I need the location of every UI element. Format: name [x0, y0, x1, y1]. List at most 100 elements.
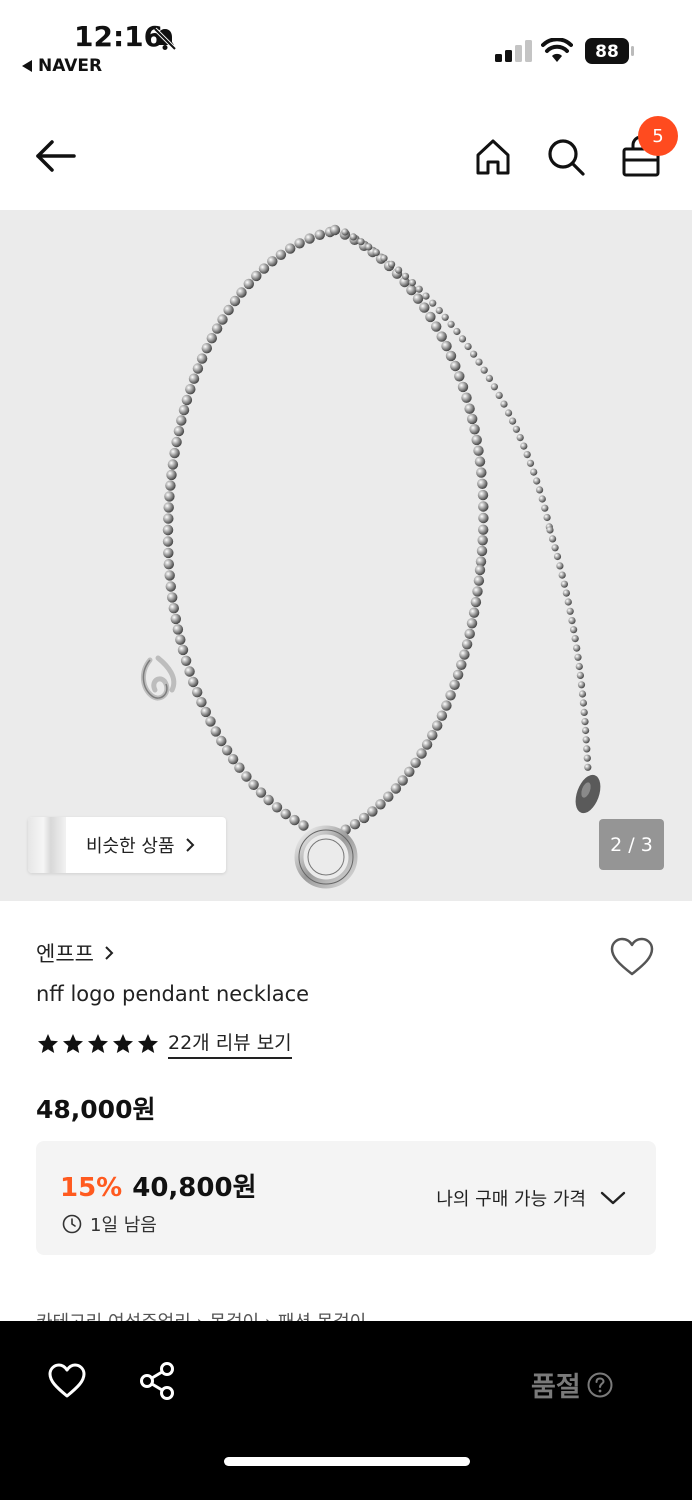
- chain-bead: [461, 639, 473, 650]
- chain-bead: [236, 287, 247, 298]
- chain-bead: [583, 745, 591, 753]
- chain-bead: [165, 581, 176, 592]
- search-icon[interactable]: [545, 136, 587, 178]
- chain-bead: [173, 425, 185, 437]
- chain-bead: [505, 409, 513, 417]
- chain-bead: [401, 272, 410, 280]
- chain-bead: [458, 335, 467, 343]
- chain-bead: [196, 697, 207, 708]
- chain-bead: [329, 224, 341, 236]
- chain-bead: [474, 456, 486, 467]
- chain-bead: [582, 736, 590, 744]
- chain-bead: [416, 748, 427, 759]
- chain-bead: [367, 806, 378, 817]
- chain-bead: [476, 467, 487, 478]
- chain-bead: [169, 447, 180, 459]
- chain-bead: [471, 434, 482, 446]
- chain-bead: [553, 552, 562, 561]
- chain-bead: [181, 394, 193, 406]
- chain-bead: [580, 708, 588, 716]
- chain-bead: [472, 586, 483, 597]
- chevron-right-icon: [185, 838, 194, 852]
- chain-bead: [436, 710, 448, 721]
- chain-bead: [469, 424, 480, 435]
- similar-product-thumbnail: [28, 817, 66, 873]
- discount-percent: 15%: [60, 1173, 123, 1203]
- star-icon: [88, 1033, 108, 1053]
- chain-bead: [255, 787, 267, 798]
- question-circle-icon[interactable]: [587, 1372, 613, 1398]
- chain-bead: [162, 536, 174, 547]
- cart-count-badge: 5: [638, 116, 678, 156]
- chain-bead: [192, 363, 204, 374]
- chain-bead: [474, 564, 486, 576]
- chain-bead: [445, 350, 457, 362]
- chain-bead: [196, 353, 208, 364]
- chain-bead: [171, 436, 182, 448]
- chain-bead: [523, 451, 531, 459]
- chain-bead: [466, 618, 478, 629]
- brand-link[interactable]: 엔프프: [36, 938, 114, 968]
- chain-bead: [267, 256, 278, 267]
- chain-bead: [566, 607, 574, 615]
- chain-bead: [551, 544, 559, 552]
- chain-bead: [375, 799, 386, 810]
- discount-price-box[interactable]: 15% 40,800원 1일 남음 나의 구매 가능 가격: [36, 1141, 656, 1255]
- chain-bead: [464, 628, 475, 639]
- chain-bead: [558, 571, 566, 579]
- chain-bead: [163, 547, 174, 559]
- product-image-gallery[interactable]: 비슷한 상품 2 / 3: [0, 210, 692, 901]
- chain-bead: [177, 644, 189, 656]
- chain-bead: [453, 327, 461, 336]
- chain-bead: [234, 762, 245, 773]
- top-navigation: [0, 100, 692, 210]
- chain-bead: [365, 243, 373, 251]
- chain-bead: [575, 662, 583, 671]
- chain-bead: [583, 754, 591, 762]
- chain-bead: [422, 292, 430, 300]
- oval-tag: [575, 774, 601, 814]
- share-icon[interactable]: [138, 1361, 176, 1401]
- heart-icon[interactable]: [48, 1363, 86, 1399]
- rating-row: 22개 리뷰 보기: [36, 1028, 292, 1059]
- ring-pendant: [294, 825, 358, 889]
- my-price-toggle[interactable]: 나의 구매 가능 가격: [436, 1185, 626, 1211]
- chain-bead: [579, 699, 588, 707]
- back-triangle-icon: [22, 60, 32, 72]
- wishlist-heart-icon[interactable]: [609, 936, 655, 978]
- chain-bead: [538, 495, 546, 503]
- chain-bead: [415, 285, 423, 293]
- chain-bead: [516, 434, 524, 442]
- chain-bead: [172, 624, 184, 635]
- status-bar: 12:16 NAVER 88: [0, 0, 692, 90]
- chain-bead: [582, 726, 590, 735]
- chain-bead: [436, 331, 447, 342]
- back-arrow-icon[interactable]: [34, 136, 78, 176]
- discount-row: 15% 40,800원: [60, 1167, 257, 1204]
- similar-products-button[interactable]: 비슷한 상품: [28, 817, 226, 873]
- chain-bead: [205, 716, 216, 727]
- time-left: 1일 남음: [90, 1215, 157, 1236]
- chain-bead: [211, 323, 223, 334]
- chain-bead: [165, 480, 176, 491]
- chain-bead: [251, 270, 262, 282]
- chain-bead: [167, 592, 178, 603]
- chain-bead: [581, 718, 589, 726]
- chain-bead: [304, 233, 315, 244]
- chain-bead: [520, 442, 528, 450]
- chain-bead: [478, 524, 489, 535]
- review-link[interactable]: 22개 리뷰 보기: [168, 1028, 292, 1059]
- chain-bead: [573, 644, 581, 652]
- chain-bead: [404, 766, 415, 777]
- chain-bead: [243, 278, 254, 290]
- chain-bead: [397, 775, 408, 786]
- chain-bead: [473, 445, 484, 456]
- chain-bead: [168, 603, 179, 614]
- chain-bead: [470, 596, 482, 608]
- chain-bead: [314, 229, 325, 240]
- back-to-app-link[interactable]: NAVER: [22, 56, 102, 76]
- chain-bead: [543, 513, 551, 522]
- chain-bead: [201, 343, 212, 354]
- home-icon[interactable]: [472, 136, 514, 178]
- rating-stars: [36, 1032, 160, 1056]
